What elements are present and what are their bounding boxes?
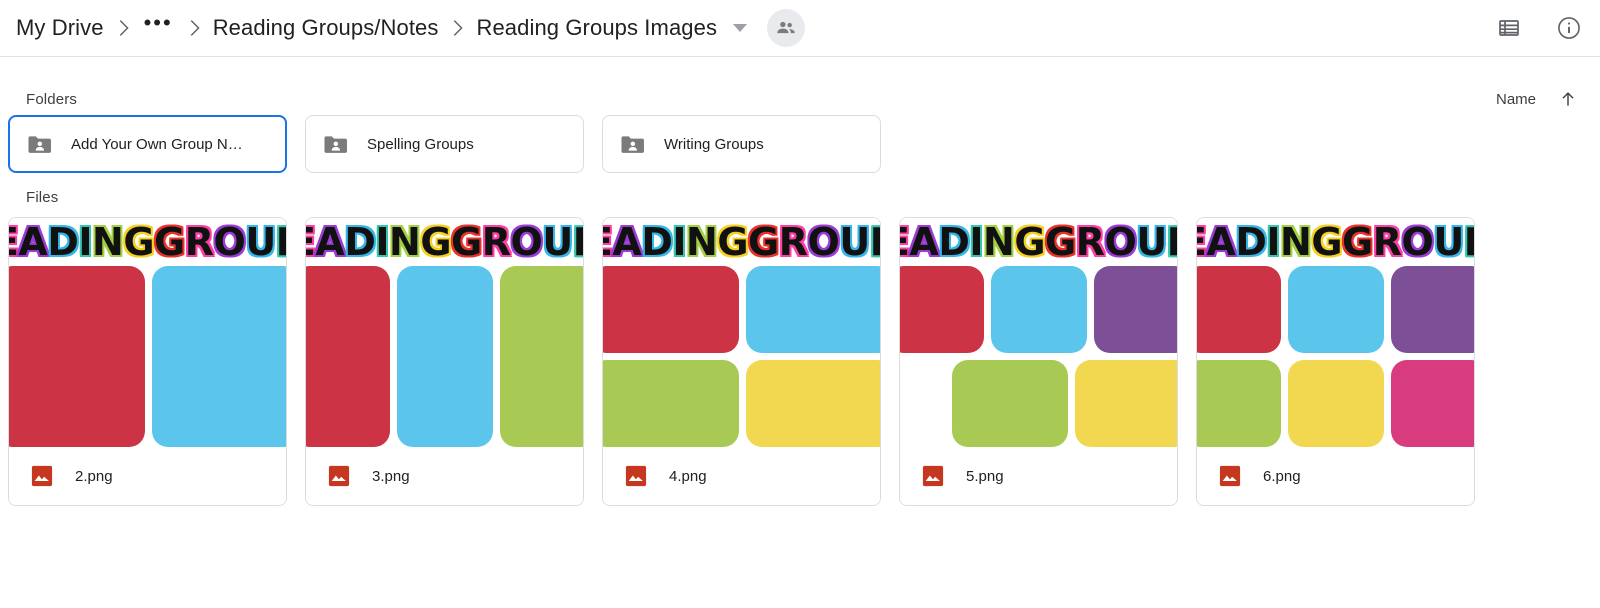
image-file-icon (922, 465, 944, 487)
thumbnail-color-row (900, 360, 1177, 447)
folders-section-header: Folders Name (0, 57, 1600, 115)
thumbnail-color-block (603, 266, 739, 353)
chevron-right-icon (440, 17, 474, 39)
thumbnail-title: EADING GROUP (900, 220, 1177, 264)
file-card-2[interactable]: EADING GROUP 4.png (602, 217, 881, 506)
breadcrumb-overflow-button[interactable]: ••• (140, 12, 177, 34)
thumbnail-color-block (306, 266, 390, 447)
thumbnail-color-block (1288, 266, 1384, 353)
files-section-header: Files (0, 173, 1600, 217)
chevron-right-icon (106, 17, 140, 39)
image-file-icon (1219, 465, 1241, 487)
breadcrumb: My Drive ••• Reading Groups/Notes Reading G… (14, 9, 1496, 47)
thumbnail-title: EADING GROUP (306, 220, 583, 264)
breadcrumb-item-2[interactable]: Reading Groups/Notes (211, 13, 441, 43)
thumbnail-title: EADING GROUP (9, 220, 286, 264)
people-icon[interactable] (767, 9, 806, 47)
file-card-3[interactable]: EADING GROUP 5.png (899, 217, 1178, 506)
breadcrumb-item-0[interactable]: My Drive (14, 13, 106, 43)
top-bar: My Drive ••• Reading Groups/Notes Reading G… (0, 0, 1600, 57)
thumbnail-color-block (603, 360, 739, 447)
thumbnail-color-block (397, 266, 493, 447)
file-meta-row: 5.png (900, 447, 1177, 505)
thumbnail-color-row (1197, 266, 1474, 353)
folder-name: Writing Groups (664, 135, 764, 153)
thumbnail-color-block (1074, 360, 1177, 447)
file-thumbnail: EADING GROUP (603, 218, 880, 447)
folders-section-title: Folders (26, 90, 78, 108)
file-name: 6.png (1263, 467, 1301, 485)
topbar-actions (1496, 15, 1582, 41)
list-view-button[interactable] (1496, 15, 1522, 41)
thumbnail-color-row (603, 360, 880, 447)
file-meta-row: 3.png (306, 447, 583, 505)
file-meta-row: 2.png (9, 447, 286, 505)
folder-chip-0[interactable]: Add Your Own Group N… (8, 115, 287, 173)
file-meta-row: 4.png (603, 447, 880, 505)
file-thumbnail: EADING GROUP (900, 218, 1177, 447)
shared-folder-icon (322, 131, 349, 158)
thumbnail-title: EADING GROUP (1197, 220, 1474, 264)
chevron-down-icon[interactable] (733, 24, 748, 32)
file-meta-row: 6.png (1197, 447, 1474, 505)
folder-list: Add Your Own Group N… Spelling Groups Writ… (0, 115, 1600, 173)
file-card-1[interactable]: EADING GROUP 3.png (305, 217, 584, 506)
sort-by-name-button[interactable]: Name (1496, 91, 1536, 108)
thumbnail-color-block (952, 360, 1068, 447)
file-thumbnail: EADING GROUP (9, 218, 286, 447)
image-file-icon (31, 465, 53, 487)
thumbnail-color-block (991, 266, 1087, 353)
thumbnail-color-row (1197, 360, 1474, 447)
file-thumbnail: EADING GROUP (1197, 218, 1474, 447)
file-name: 3.png (372, 467, 410, 485)
thumbnail-color-block (151, 266, 286, 447)
thumbnail-color-row (900, 266, 1177, 353)
folder-name: Add Your Own Group N… (71, 135, 243, 153)
file-name: 5.png (966, 467, 1004, 485)
thumbnail-color-block (1197, 266, 1281, 353)
files-section-title: Files (26, 188, 59, 206)
file-card-0[interactable]: EADING GROUP 2.png (8, 217, 287, 506)
file-card-4[interactable]: EADING GROUP 6.png (1196, 217, 1475, 506)
thumbnail-color-row (603, 266, 880, 353)
thumbnail-color-block (745, 360, 880, 447)
thumbnail-color-block (1391, 266, 1474, 353)
file-thumbnail: EADING GROUP (306, 218, 583, 447)
thumbnail-color-block (1197, 360, 1281, 447)
thumbnail-color-block (1288, 360, 1384, 447)
thumbnail-color-block (1094, 266, 1177, 353)
arrow-up-icon[interactable] (1558, 89, 1578, 109)
thumbnail-color-block (900, 266, 984, 353)
folder-chip-2[interactable]: Writing Groups (602, 115, 881, 173)
thumbnail-color-row (9, 266, 286, 447)
thumbnail-title: EADING GROUP (603, 220, 880, 264)
folder-name: Spelling Groups (367, 135, 474, 153)
thumbnail-color-block (9, 266, 145, 447)
thumbnail-color-row (306, 266, 583, 447)
image-file-icon (625, 465, 647, 487)
file-grid: EADING GROUP2.pngEADING GROUP3.pngEADING… (0, 217, 1600, 506)
shared-folder-icon (619, 131, 646, 158)
file-name: 4.png (669, 467, 707, 485)
chevron-right-icon (177, 17, 211, 39)
details-button[interactable] (1556, 15, 1582, 41)
folder-chip-1[interactable]: Spelling Groups (305, 115, 584, 173)
thumbnail-color-block (500, 266, 583, 447)
thumbnail-color-block (745, 266, 880, 353)
shared-folder-icon (26, 131, 53, 158)
file-name: 2.png (75, 467, 113, 485)
image-file-icon (328, 465, 350, 487)
thumbnail-color-block (1391, 360, 1474, 447)
breadcrumb-item-3[interactable]: Reading Groups Images (474, 13, 719, 43)
